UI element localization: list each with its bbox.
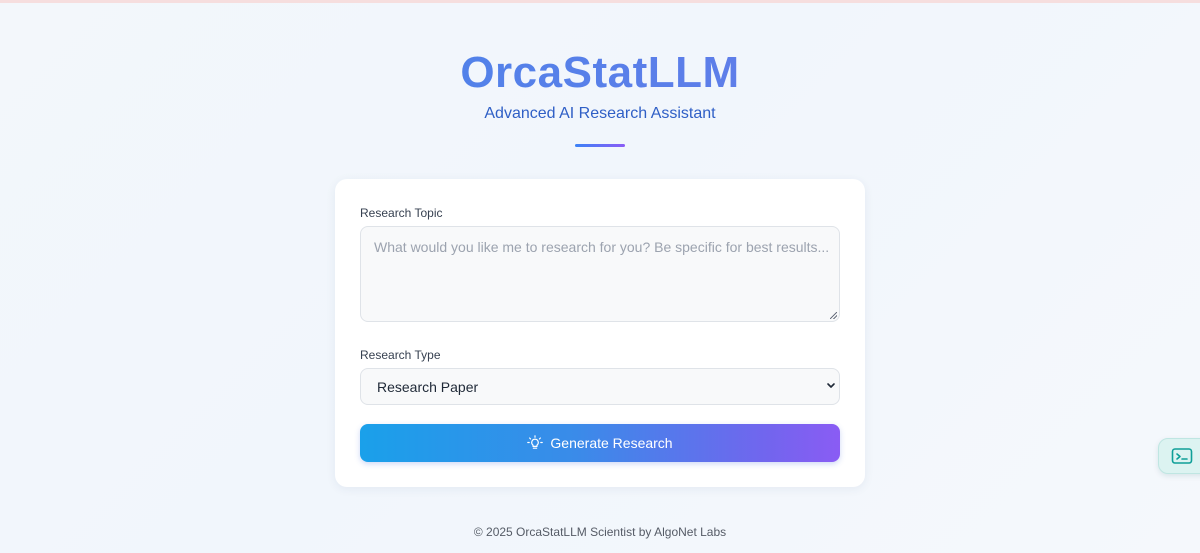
title-divider: [575, 144, 625, 147]
research-type-value: Research Paper: [377, 379, 479, 395]
terminal-widget-button[interactable]: [1158, 438, 1200, 474]
research-type-select[interactable]: Research Paper: [360, 368, 840, 405]
terminal-icon: [1171, 448, 1193, 464]
app-subtitle: Advanced AI Research Assistant: [484, 105, 716, 122]
research-form-card: Research Topic What would you like me to…: [335, 179, 865, 487]
top-accent-strip: [0, 0, 1200, 3]
chevron-down-icon: [827, 383, 835, 388]
research-topic-label: Research Topic: [360, 206, 443, 220]
footer-copyright: © 2025 OrcaStatLLM Scientist by AlgoNet …: [473, 525, 727, 539]
app-title: OrcaStatLLM: [0, 48, 1200, 98]
generate-research-button[interactable]: Generate Research: [360, 424, 840, 462]
research-type-label: Research Type: [360, 348, 441, 362]
generate-research-label: Generate Research: [550, 435, 673, 451]
lightbulb-icon: [527, 435, 544, 449]
research-topic-input[interactable]: What would you like me to research for y…: [360, 226, 840, 322]
research-topic-placeholder: What would you like me to research for y…: [374, 239, 830, 255]
resize-handle-icon[interactable]: [830, 312, 837, 319]
